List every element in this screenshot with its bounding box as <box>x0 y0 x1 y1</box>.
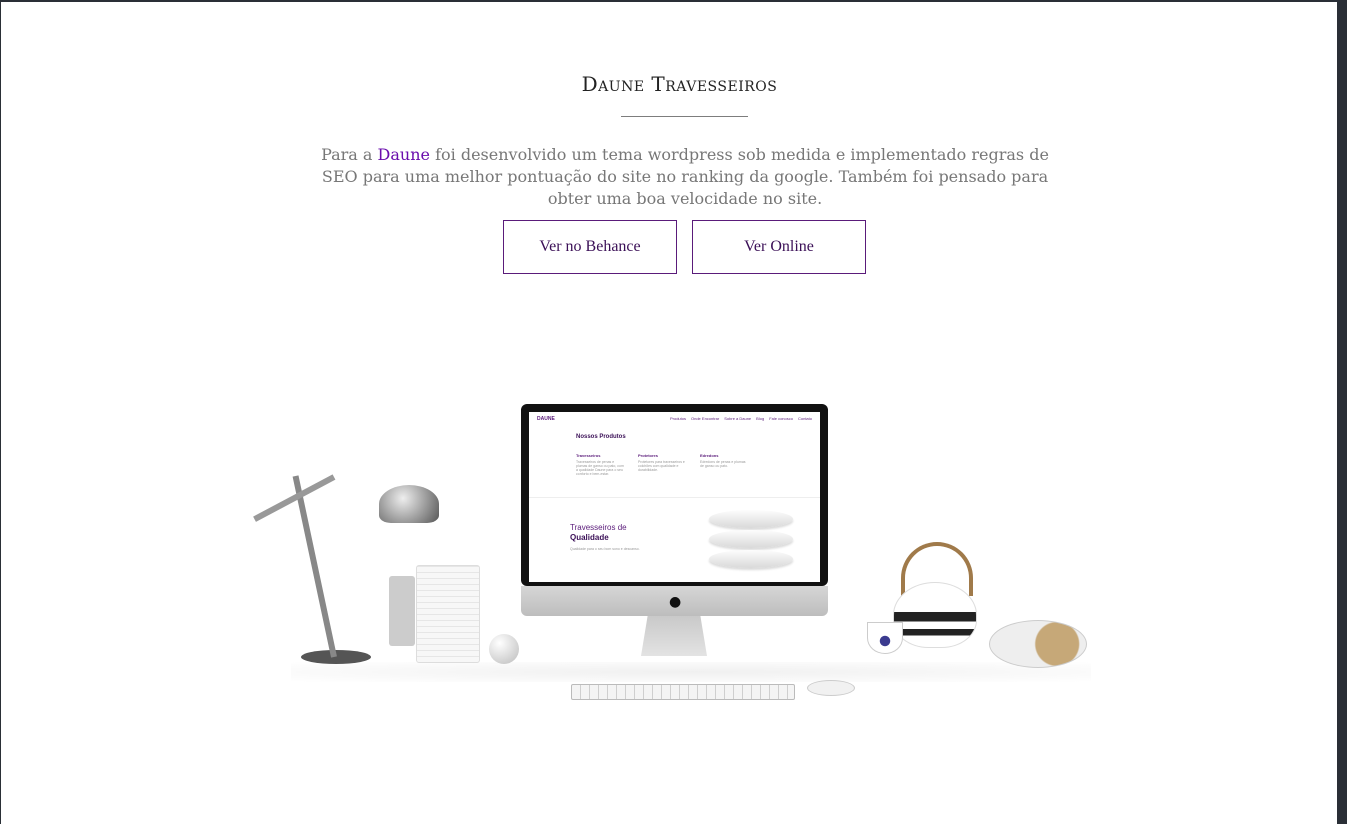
headphones-icon <box>989 620 1087 668</box>
view-online-button[interactable]: Ver Online <box>692 220 866 274</box>
mockup-nav-item: Sobre a Daune <box>724 416 752 421</box>
mockup-divider <box>529 497 820 498</box>
project-description: Para a Daune foi desenvolvido um tema wo… <box>321 144 1049 210</box>
mockup-col-text: Protetores para travesseiros e colchões … <box>638 460 685 472</box>
teacup-icon <box>867 622 903 654</box>
teapot-icon <box>893 582 977 648</box>
mockup-product-col: Travesseiros Travesseiros de penas e plu… <box>576 453 624 476</box>
mockup-hero-text: Qualidade para o seu bom sono e descanso… <box>570 547 640 551</box>
mockup-product-col: Protetores Protetores para travesseiros … <box>638 453 686 476</box>
mockup-nav-item: Onde Encontrar <box>691 416 720 421</box>
description-suffix: foi desenvolvido um tema wordpress sob m… <box>321 145 1049 208</box>
pillow-image <box>709 510 793 528</box>
monitor-stand <box>641 616 707 656</box>
pillow-image <box>709 530 793 548</box>
mockup-col-text: Edredons de penas e plumas de ganso ou p… <box>700 460 746 468</box>
mockup-nav-item: Blog <box>756 416 765 421</box>
mockup-product-col: Edredons Edredons de penas e plumas de g… <box>700 453 748 476</box>
lamp-arm <box>292 475 337 658</box>
website-screenshot: DAUNE Produtos Onde Encontrar Sobre a Da… <box>529 412 820 582</box>
lamp-head <box>379 485 439 523</box>
mockup-product-columns: Travesseiros Travesseiros de penas e plu… <box>576 453 748 476</box>
mockup-nav-item: Produtos <box>669 416 686 421</box>
mockup-col-title: Protetores <box>638 453 659 458</box>
section-title: Daune Travesseiros <box>581 72 778 96</box>
pillow-image <box>709 550 793 568</box>
page-frame: Daune Travesseiros Para a Daune foi dese… <box>0 0 1347 824</box>
mockup-logo: DAUNE <box>537 416 555 422</box>
mockup-nav-links: Produtos Onde Encontrar Sobre a Daune Bl… <box>670 416 812 428</box>
apple-logo-icon: ● <box>669 594 682 610</box>
mockup-hero-line1: Travesseiros de <box>570 523 627 532</box>
mockup-nav-item: Fale conosco <box>769 416 793 421</box>
mouse-icon <box>807 680 855 696</box>
description-prefix: Para a <box>321 145 378 164</box>
mockup-products-title: Nossos Produtos <box>576 434 626 440</box>
brand-link[interactable]: Daune <box>378 145 430 164</box>
mockup-nav: DAUNE Produtos Onde Encontrar Sobre a Da… <box>537 416 812 428</box>
mockup-col-title: Travesseiros <box>576 453 601 458</box>
pencil-holder <box>389 576 415 646</box>
desk-mockup-image: DAUNE Produtos Onde Encontrar Sobre a Da… <box>253 382 1091 712</box>
view-behance-button[interactable]: Ver no Behance <box>503 220 677 274</box>
keyboard-icon <box>571 684 795 700</box>
mockup-col-text: Travesseiros de penas e plumas de ganso … <box>576 460 624 476</box>
mockup-hero-line2: Qualidade <box>570 533 609 542</box>
monitor-icon: DAUNE Produtos Onde Encontrar Sobre a Da… <box>521 404 828 586</box>
desk-shadow <box>291 662 1091 682</box>
mockup-nav-item: Contato <box>797 416 812 421</box>
decorative-cup <box>416 565 480 663</box>
mockup-col-title: Edredons <box>700 453 719 458</box>
title-divider <box>621 116 748 117</box>
decorative-ball <box>489 634 519 664</box>
